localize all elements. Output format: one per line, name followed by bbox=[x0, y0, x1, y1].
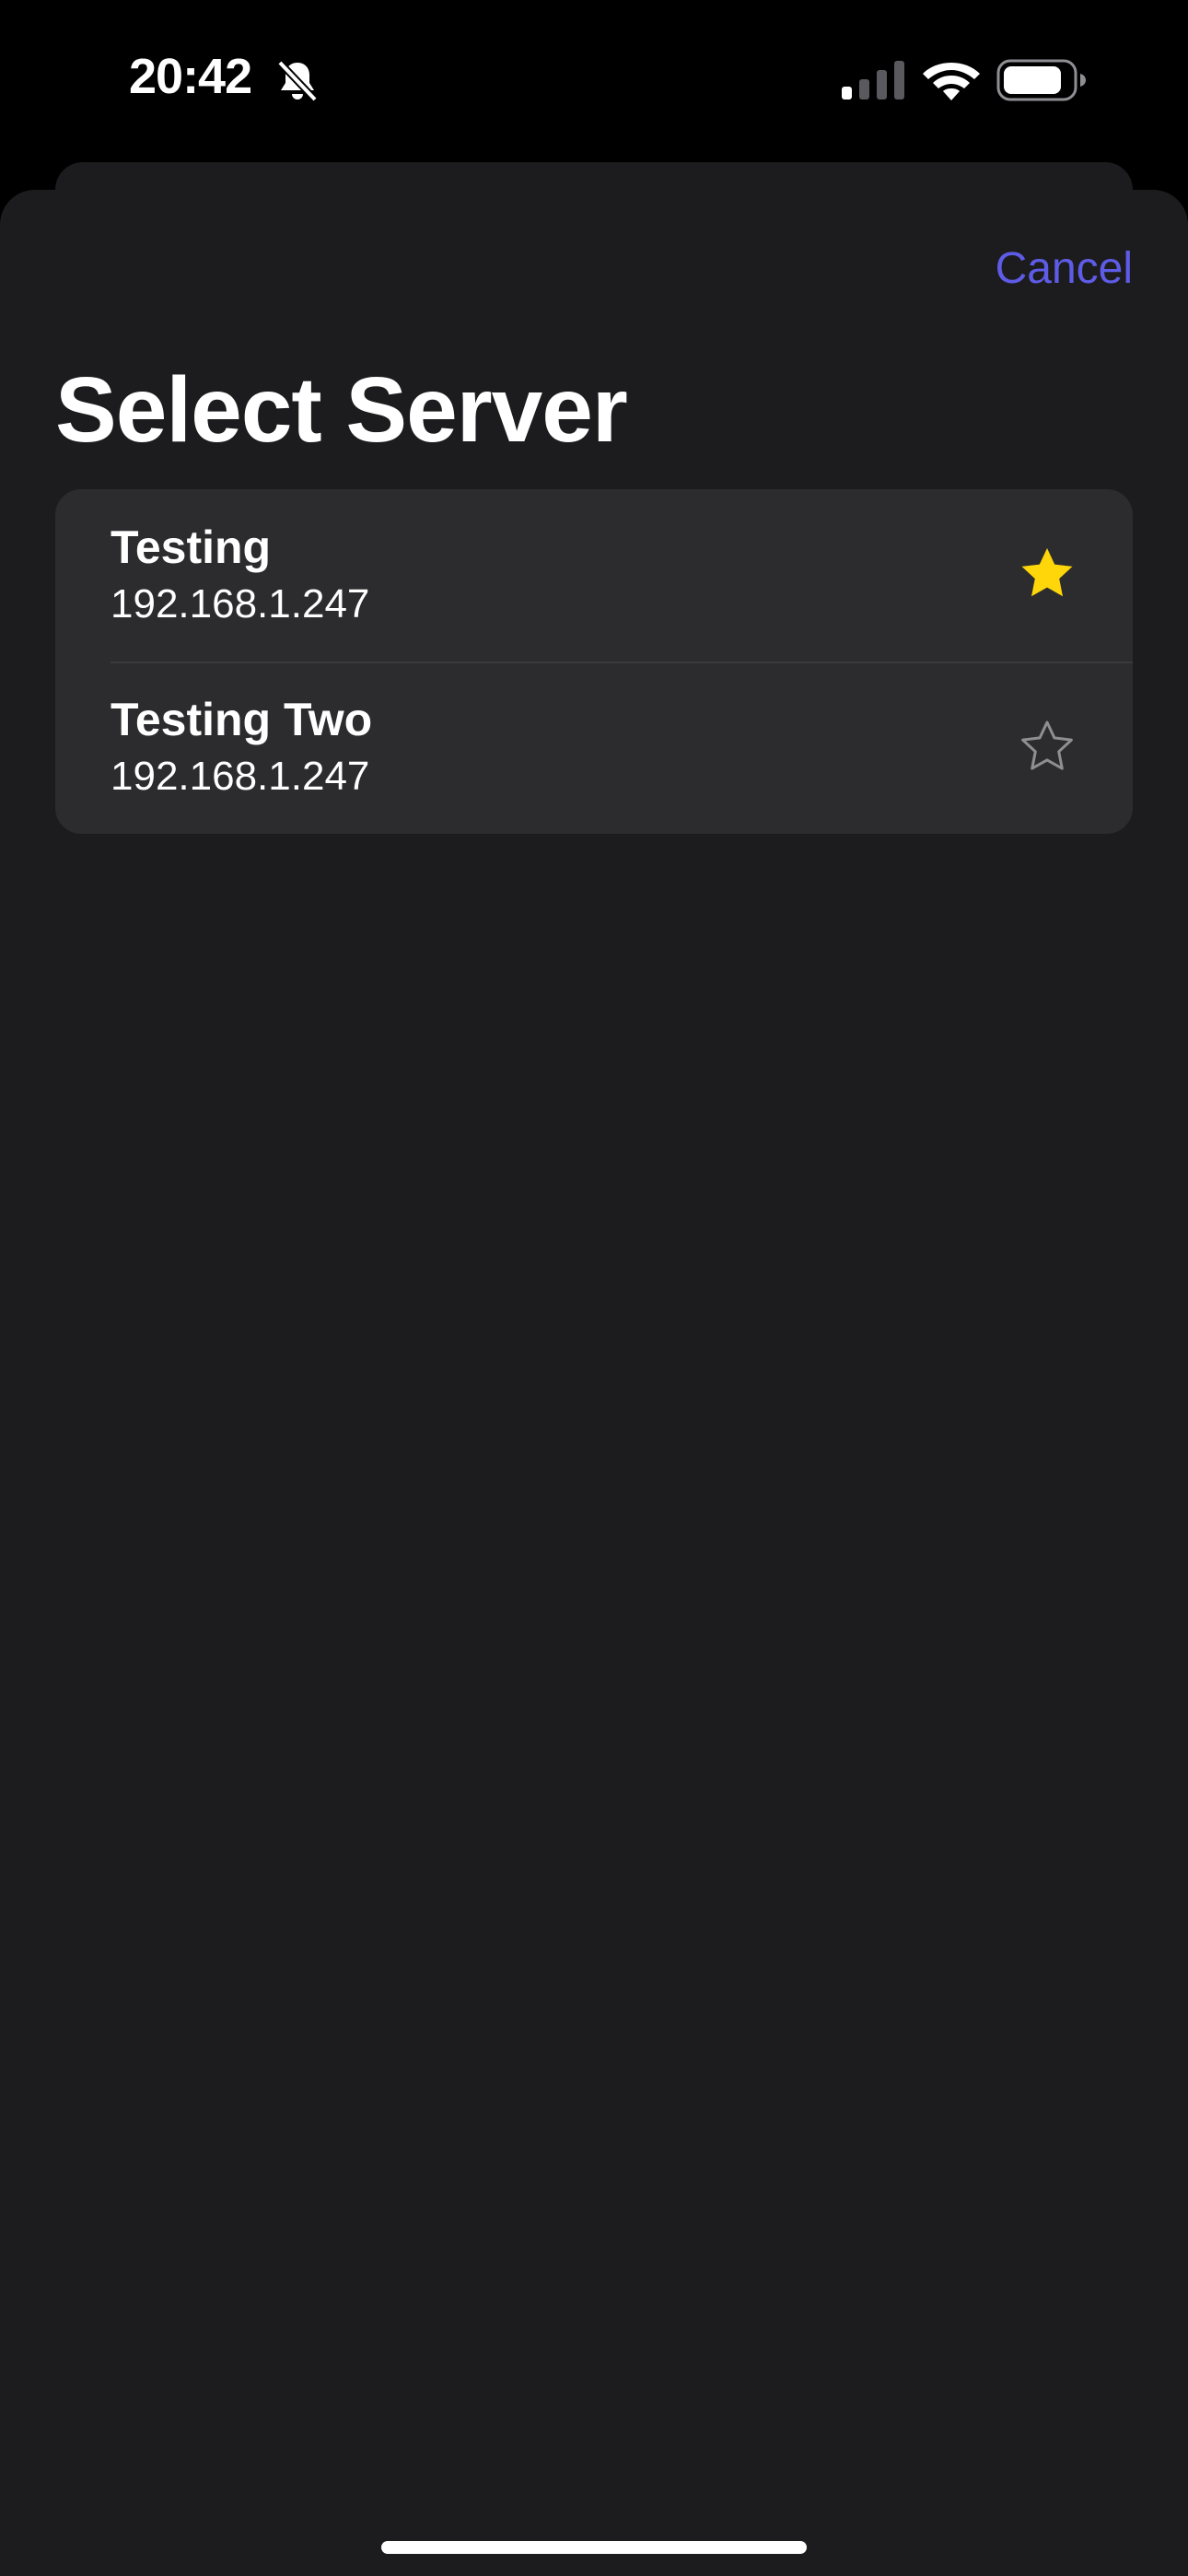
server-name: Testing bbox=[111, 521, 272, 573]
bell-slash-icon bbox=[277, 60, 318, 102]
status-time: 20:42 bbox=[129, 49, 252, 104]
server-address: 192.168.1.247 bbox=[111, 581, 370, 626]
star-filled-icon[interactable] bbox=[1018, 544, 1077, 603]
home-indicator[interactable] bbox=[381, 2541, 807, 2554]
wifi-icon bbox=[923, 63, 980, 100]
select-server-sheet: Cancel Select Server Testing 192.168.1.2… bbox=[0, 190, 1188, 2576]
server-address: 192.168.1.247 bbox=[111, 754, 370, 799]
server-name: Testing Two bbox=[111, 694, 373, 745]
star-outline-icon[interactable] bbox=[1018, 717, 1077, 776]
page-title: Select Server bbox=[55, 358, 628, 462]
cellular-signal-icon bbox=[842, 61, 904, 100]
server-list: Testing 192.168.1.247 Testing Two 192.16… bbox=[55, 489, 1133, 834]
battery-icon bbox=[996, 59, 1086, 101]
server-row-testing[interactable]: Testing 192.168.1.247 bbox=[55, 489, 1133, 662]
server-row-testing-two[interactable]: Testing Two 192.168.1.247 bbox=[55, 662, 1133, 834]
status-bar: 20:42 bbox=[0, 0, 1188, 157]
cancel-button[interactable]: Cancel bbox=[996, 243, 1133, 294]
